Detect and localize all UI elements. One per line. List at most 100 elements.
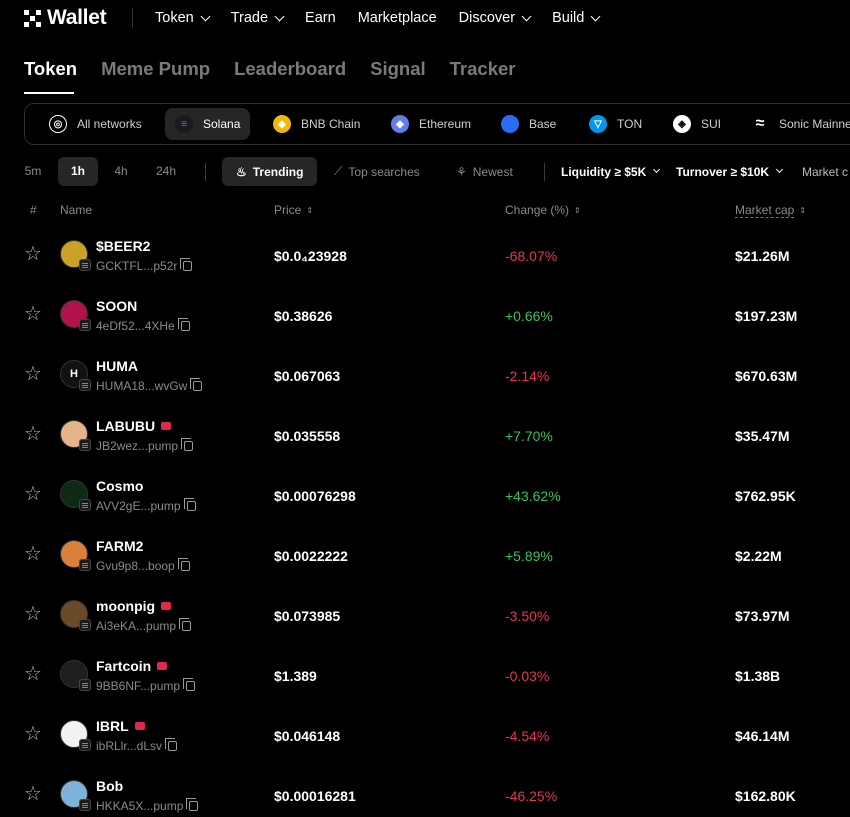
token-symbol[interactable]: LABUBU (96, 418, 172, 434)
okx-logo-icon (24, 9, 41, 27)
copy-icon[interactable] (180, 258, 193, 271)
tab-tracker[interactable]: Tracker (450, 58, 516, 80)
logo[interactable]: Wallet (24, 6, 107, 30)
token-market-cap: $162.80K (735, 788, 796, 804)
table-row[interactable]: ☆ Cosmo AVV2gE...pump $0.00076298 +43.62% $76… (0, 470, 850, 530)
dropdown-label: Turnover ≥ $10K (676, 164, 770, 179)
tab-meme-pump[interactable]: Meme Pump (101, 58, 210, 80)
chevron-down-icon (776, 165, 784, 174)
table-row[interactable]: ☆ IBRL ibRLlr...dLsv $0.046148 -4.54% $46.14M (0, 710, 850, 770)
star-icon[interactable]: ☆ (24, 604, 44, 624)
timeframe-4h[interactable]: 4h (104, 157, 138, 186)
table-row[interactable]: ☆ moonpig Ai3eKA...pump $0.073985 -3.50% $73.… (0, 590, 850, 650)
timeframe-5m[interactable]: 5m (16, 157, 50, 186)
table-row[interactable]: ☆ $BEER2 GCKTFL...p52r $0.0₄23928 -68.07% $21… (0, 230, 850, 290)
pump-badge-icon (161, 422, 172, 430)
copy-icon[interactable] (179, 618, 192, 631)
tab-token[interactable]: Token (24, 58, 77, 80)
col-market-cap[interactable]: Market cap ⇕ (735, 203, 806, 218)
token-symbol[interactable]: moonpig (96, 598, 172, 614)
star-icon[interactable]: ☆ (24, 304, 44, 324)
token-symbol[interactable]: Bob (96, 778, 123, 794)
network-all-networks[interactable]: ◎ All networks (39, 108, 152, 140)
token-price: $0.0₄23928 (274, 248, 347, 264)
tab-leaderboard[interactable]: Leaderboard (234, 58, 346, 80)
token-symbol[interactable]: SOON (96, 298, 137, 314)
token-change: -3.50% (505, 608, 550, 624)
filter-label: Newest (472, 164, 513, 179)
token-change: +0.66% (505, 308, 553, 324)
token-symbol-text: IBRL (96, 718, 129, 734)
col-change[interactable]: Change (%) ⇕ (505, 203, 581, 217)
network-ton[interactable]: ▽ TON (579, 108, 652, 140)
token-symbol[interactable]: FARM2 (96, 538, 143, 554)
token-symbol[interactable]: HUMA (96, 358, 138, 374)
nav-item-discover[interactable]: Discover (459, 10, 532, 26)
filter-top-searches[interactable]: ⟋ Top searches (334, 157, 420, 186)
table-row[interactable]: ☆ Bob HKKA5X...pump $0.00016281 -46.25% $162.… (0, 770, 850, 817)
avatar (60, 660, 91, 691)
network-base[interactable]: Base (491, 108, 566, 140)
copy-icon[interactable] (186, 798, 199, 811)
nav-item-build[interactable]: Build (552, 10, 601, 26)
filter-dropdown-0[interactable]: Liquidity ≥ $5K (561, 157, 661, 186)
table-row[interactable]: ☆ H HUMA HUMA18...wvGw $0.067063 -2.14% $670.6… (0, 350, 850, 410)
star-icon[interactable]: ☆ (24, 244, 44, 264)
token-symbol[interactable]: Fartcoin (96, 658, 168, 674)
star-icon[interactable]: ☆ (24, 364, 44, 384)
filter-divider (205, 163, 206, 181)
sui-icon: ◈ (673, 115, 691, 133)
network-solana[interactable]: ≡ Solana (165, 108, 251, 140)
filter-newest[interactable]: ⚘ Newest (456, 157, 513, 186)
network-sui[interactable]: ◈ SUI (663, 108, 731, 140)
filter-dropdown-2[interactable]: Market c (802, 157, 848, 186)
copy-icon[interactable] (165, 738, 178, 751)
table-row[interactable]: ☆ FARM2 Gvu9p8...boop $0.0022222 +5.89% $2.22… (0, 530, 850, 590)
nav-item-trade[interactable]: Trade (231, 10, 285, 26)
network-bnb-chain[interactable]: ◆ BNB Chain (263, 108, 370, 140)
nav-item-marketplace[interactable]: Marketplace (358, 10, 437, 26)
copy-icon[interactable] (183, 498, 196, 511)
network-label: SUI (701, 117, 722, 131)
star-icon[interactable]: ☆ (24, 664, 44, 684)
table-row[interactable]: ☆ Fartcoin 9BB6NF...pump $1.389 -0.03% $1.38B (0, 650, 850, 710)
copy-icon[interactable] (177, 318, 190, 331)
copy-icon[interactable] (181, 438, 194, 451)
star-icon[interactable]: ☆ (24, 544, 44, 564)
nav-item-earn[interactable]: Earn (305, 10, 336, 26)
table-row[interactable]: ☆ LABUBU JB2wez...pump $0.035558 +7.70% $35.4… (0, 410, 850, 470)
copy-icon[interactable] (183, 678, 196, 691)
tab-signal[interactable]: Signal (370, 58, 426, 80)
token-address-text: AVV2gE...pump (96, 499, 181, 513)
filter-trending[interactable]: ♨ Trending (222, 157, 318, 186)
token-address: Gvu9p8...boop (96, 558, 190, 573)
token-address-text: HUMA18...wvGw (96, 379, 188, 393)
table-row[interactable]: ☆ SOON 4eDf52...4XHe $0.38626 +0.66% $197.23M (0, 290, 850, 350)
star-icon[interactable]: ☆ (24, 784, 44, 804)
star-icon[interactable]: ☆ (24, 424, 44, 444)
solana-chain-icon (79, 679, 91, 691)
copy-icon[interactable] (190, 378, 203, 391)
token-symbol-text: FARM2 (96, 538, 144, 554)
active-tab-indicator (24, 92, 74, 94)
nav-item-token[interactable]: Token (155, 10, 211, 26)
token-symbol[interactable]: IBRL (96, 718, 145, 734)
dropdown-label: Liquidity ≥ $5K (561, 164, 647, 179)
token-price: $0.00016281 (274, 788, 356, 804)
timeframe-1h[interactable]: 1h (58, 157, 98, 186)
page-tabs: Token Meme Pump Leaderboard Signal Tracker (24, 58, 540, 80)
network-sonic-mainnet[interactable]: ≈ Sonic Mainnet (741, 108, 850, 140)
star-icon[interactable]: ☆ (24, 724, 44, 744)
chart-icon: ⟋ (334, 164, 343, 178)
token-symbol[interactable]: $BEER2 (96, 238, 150, 254)
token-symbol[interactable]: Cosmo (96, 478, 143, 494)
col-price[interactable]: Price ⇕ (274, 203, 313, 217)
timeframe-24h[interactable]: 24h (146, 157, 186, 186)
copy-icon[interactable] (177, 558, 190, 571)
avatar (60, 480, 91, 511)
filter-dropdown-1[interactable]: Turnover ≥ $10K (676, 157, 784, 186)
pump-badge-icon (157, 662, 168, 670)
network-ethereum[interactable]: ◆ Ethereum (381, 108, 481, 140)
token-address-text: 9BB6NF...pump (96, 679, 181, 693)
star-icon[interactable]: ☆ (24, 484, 44, 504)
